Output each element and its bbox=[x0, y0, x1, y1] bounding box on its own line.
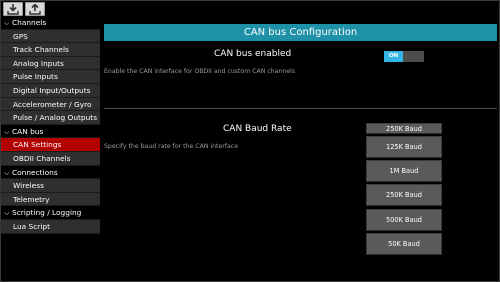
sidebar-group-label: Connections bbox=[12, 167, 58, 177]
chevron-down-icon: ⌵ bbox=[4, 127, 10, 136]
baud-option[interactable]: 50K Baud bbox=[366, 232, 442, 255]
sidebar-group-scripting-logging[interactable]: ⌵ Scripting / Logging bbox=[1, 206, 100, 220]
sidebar-item-track-channels[interactable]: Track Channels bbox=[1, 43, 100, 57]
sidebar-item-pulse-analog-outputs[interactable]: Pulse / Analog Outputs bbox=[1, 111, 100, 125]
chevron-down-icon: ⌵ bbox=[4, 19, 10, 27]
chevron-down-icon: ⌵ bbox=[4, 209, 10, 218]
sidebar-item-label: OBDII Channels bbox=[13, 153, 71, 163]
sidebar-group-label: Scripting / Logging bbox=[12, 208, 82, 218]
main-panel: CAN bus Configuration CAN bus enabled ON… bbox=[104, 16, 499, 281]
sidebar: ⌵ Channels GPS Track Channels Analog Inpu… bbox=[1, 16, 100, 234]
app-window: ⌵ Channels GPS Track Channels Analog Inpu… bbox=[0, 0, 500, 282]
baud-rate-title: CAN Baud Rate bbox=[223, 124, 292, 134]
baud-option-selected[interactable]: 250K Baud bbox=[366, 123, 442, 134]
download-button[interactable] bbox=[3, 2, 23, 16]
sidebar-item-label: Digital Input/Outputs bbox=[13, 85, 91, 95]
sidebar-item-label: Pulse Inputs bbox=[13, 72, 58, 82]
sidebar-item-label: GPS bbox=[13, 31, 28, 41]
sidebar-group-channels[interactable]: ⌵ Channels bbox=[1, 16, 100, 30]
sidebar-group-label: CAN bus bbox=[12, 126, 44, 136]
baud-option[interactable]: 250K Baud bbox=[366, 184, 442, 207]
sidebar-item-label: CAN Settings bbox=[13, 140, 62, 150]
sidebar-item-telemetry[interactable]: Telemetry bbox=[1, 192, 100, 207]
can-enabled-toggle[interactable]: ON bbox=[384, 51, 424, 62]
toggle-on-label: ON bbox=[384, 51, 403, 62]
sidebar-item-lua-script[interactable]: Lua Script bbox=[1, 219, 100, 234]
sidebar-item-label: Analog Inputs bbox=[13, 58, 64, 68]
section-divider bbox=[104, 108, 497, 109]
sidebar-item-label: Track Channels bbox=[13, 45, 69, 55]
sidebar-group-can-bus[interactable]: ⌵ CAN bus bbox=[1, 124, 100, 139]
can-enabled-title: CAN bus enabled bbox=[214, 49, 292, 59]
sidebar-item-wireless[interactable]: Wireless bbox=[1, 179, 100, 193]
baud-option[interactable]: 500K Baud bbox=[366, 208, 442, 231]
sidebar-item-label: Pulse / Analog Outputs bbox=[13, 113, 98, 123]
sidebar-item-obdii-channels[interactable]: OBDII Channels bbox=[1, 151, 100, 166]
sidebar-item-accelerometer-gyro[interactable]: Accelerometer / Gyro bbox=[1, 97, 100, 112]
can-enabled-description: Enable the CAN interface for OBDII and c… bbox=[104, 68, 296, 75]
sidebar-item-can-settings[interactable]: CAN Settings bbox=[1, 138, 100, 152]
sidebar-item-label: Accelerometer / Gyro bbox=[13, 99, 92, 109]
sidebar-item-digital-io[interactable]: Digital Input/Outputs bbox=[1, 83, 100, 98]
sidebar-item-gps[interactable]: GPS bbox=[1, 29, 100, 44]
toolbar bbox=[3, 2, 45, 16]
sidebar-item-label: Wireless bbox=[13, 181, 44, 191]
page-title: CAN bus Configuration bbox=[104, 24, 497, 41]
upload-icon bbox=[29, 3, 41, 15]
baud-option[interactable]: 125K Baud bbox=[366, 136, 442, 158]
sidebar-item-label: Telemetry bbox=[13, 194, 50, 204]
sidebar-group-connections[interactable]: ⌵ Connections bbox=[1, 165, 100, 180]
sidebar-item-label: Lua Script bbox=[13, 221, 50, 231]
chevron-down-icon: ⌵ bbox=[4, 168, 10, 177]
sidebar-item-analog-inputs[interactable]: Analog Inputs bbox=[1, 56, 100, 71]
download-icon bbox=[7, 3, 19, 15]
sidebar-item-pulse-inputs[interactable]: Pulse Inputs bbox=[1, 70, 100, 84]
sidebar-group-label: Channels bbox=[12, 18, 47, 27]
baud-rate-list: 250K Baud 125K Baud 1M Baud 250K Baud 50… bbox=[366, 123, 442, 257]
baud-option[interactable]: 1M Baud bbox=[366, 160, 442, 183]
baud-rate-description: Specify the baud rate for the CAN interf… bbox=[104, 143, 239, 150]
upload-button[interactable] bbox=[25, 2, 45, 16]
